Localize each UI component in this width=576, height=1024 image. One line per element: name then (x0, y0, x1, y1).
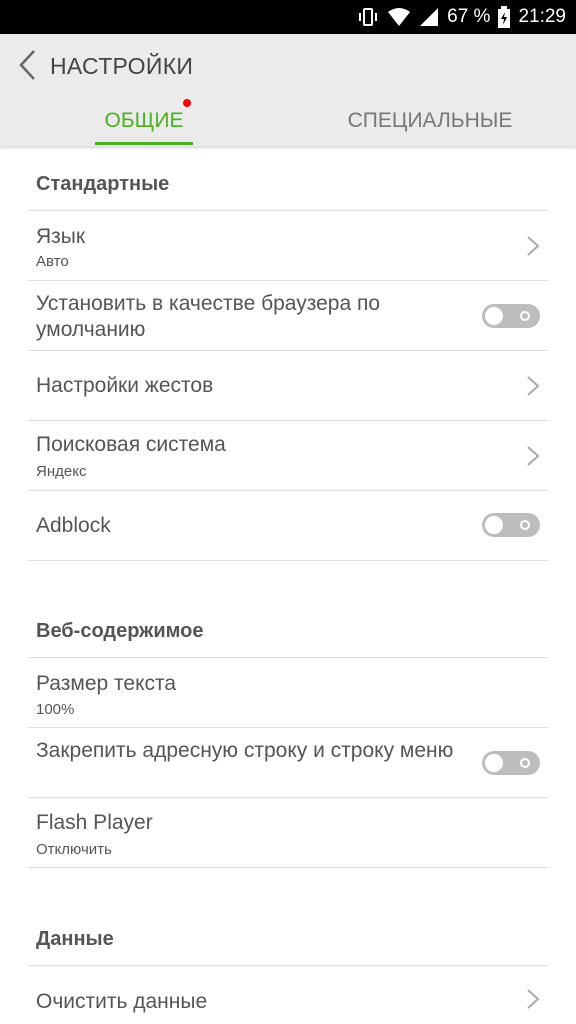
battery-percent: 67 % (447, 6, 491, 27)
setting-value: Авто (36, 253, 69, 270)
setting-title: Размер текста (36, 672, 177, 695)
toggle-knob (485, 307, 503, 325)
setting-value: Яндекс (36, 463, 87, 480)
adblock-toggle[interactable] (482, 513, 540, 537)
section-title-web-content: Веб-содержимое (36, 620, 204, 642)
section-title-data: Данные (36, 928, 114, 950)
setting-language[interactable]: Язык Авто (28, 211, 548, 281)
toggle-off-icon (520, 311, 530, 321)
toggle-off-icon (520, 520, 530, 530)
active-tab-indicator (95, 142, 193, 145)
back-arrow-icon[interactable] (14, 48, 42, 82)
setting-text-size[interactable]: Размер текста 100% (28, 658, 548, 728)
divider (28, 560, 548, 561)
pin-address-bar-toggle[interactable] (482, 751, 540, 775)
setting-gestures[interactable]: Настройки жестов (28, 351, 548, 421)
divider (28, 867, 548, 868)
chevron-right-icon (526, 988, 540, 1010)
setting-title: Настройки жестов (36, 374, 214, 397)
chevron-right-icon (526, 375, 540, 397)
setting-title: Очистить данные (36, 990, 208, 1013)
toggle-knob (485, 754, 503, 772)
setting-clear-data[interactable]: Очистить данные (28, 966, 548, 1024)
setting-adblock[interactable]: Adblock (28, 491, 548, 561)
setting-default-browser[interactable]: Установить в качестве браузера по умолча… (28, 281, 548, 351)
setting-title: Установить в качестве браузера по умолча… (36, 292, 381, 341)
status-bar: 67 % 21:29 (0, 0, 576, 34)
setting-title: Закрепить адресную строку и строку меню (36, 739, 454, 762)
setting-title: Язык (36, 225, 86, 248)
toggle-off-icon (520, 758, 530, 768)
vibrate-icon (357, 6, 379, 28)
setting-value: Отключить (36, 841, 112, 858)
setting-flash-player[interactable]: Flash Player Отключить (28, 798, 548, 868)
toggle-knob (485, 516, 503, 534)
section-title-standard: Стандартные (36, 173, 170, 195)
app-bar: НАСТРОЙКИ (0, 34, 576, 96)
setting-value: 100% (36, 701, 75, 718)
setting-title: Поисковая система (36, 433, 226, 456)
battery-charging-icon (498, 6, 511, 28)
setting-title: Flash Player (36, 811, 153, 834)
page-title: НАСТРОЙКИ (50, 53, 194, 79)
default-browser-toggle[interactable] (482, 304, 540, 328)
tab-special[interactable]: СПЕЦИАЛЬНЫЕ (330, 96, 530, 146)
tab-general[interactable]: ОБЩИЕ (95, 96, 193, 146)
tab-bar: ОБЩИЕ СПЕЦИАЛЬНЫЕ (0, 96, 576, 146)
setting-title: Adblock (36, 514, 111, 537)
notification-dot (183, 99, 191, 107)
wifi-icon (387, 7, 411, 27)
setting-pin-address-bar[interactable]: Закрепить адресную строку и строку меню (28, 728, 548, 798)
chevron-right-icon (526, 445, 540, 467)
signal-icon (419, 7, 439, 27)
chevron-right-icon (526, 235, 540, 257)
clock: 21:29 (518, 6, 566, 27)
setting-search-engine[interactable]: Поисковая система Яндекс (28, 421, 548, 491)
